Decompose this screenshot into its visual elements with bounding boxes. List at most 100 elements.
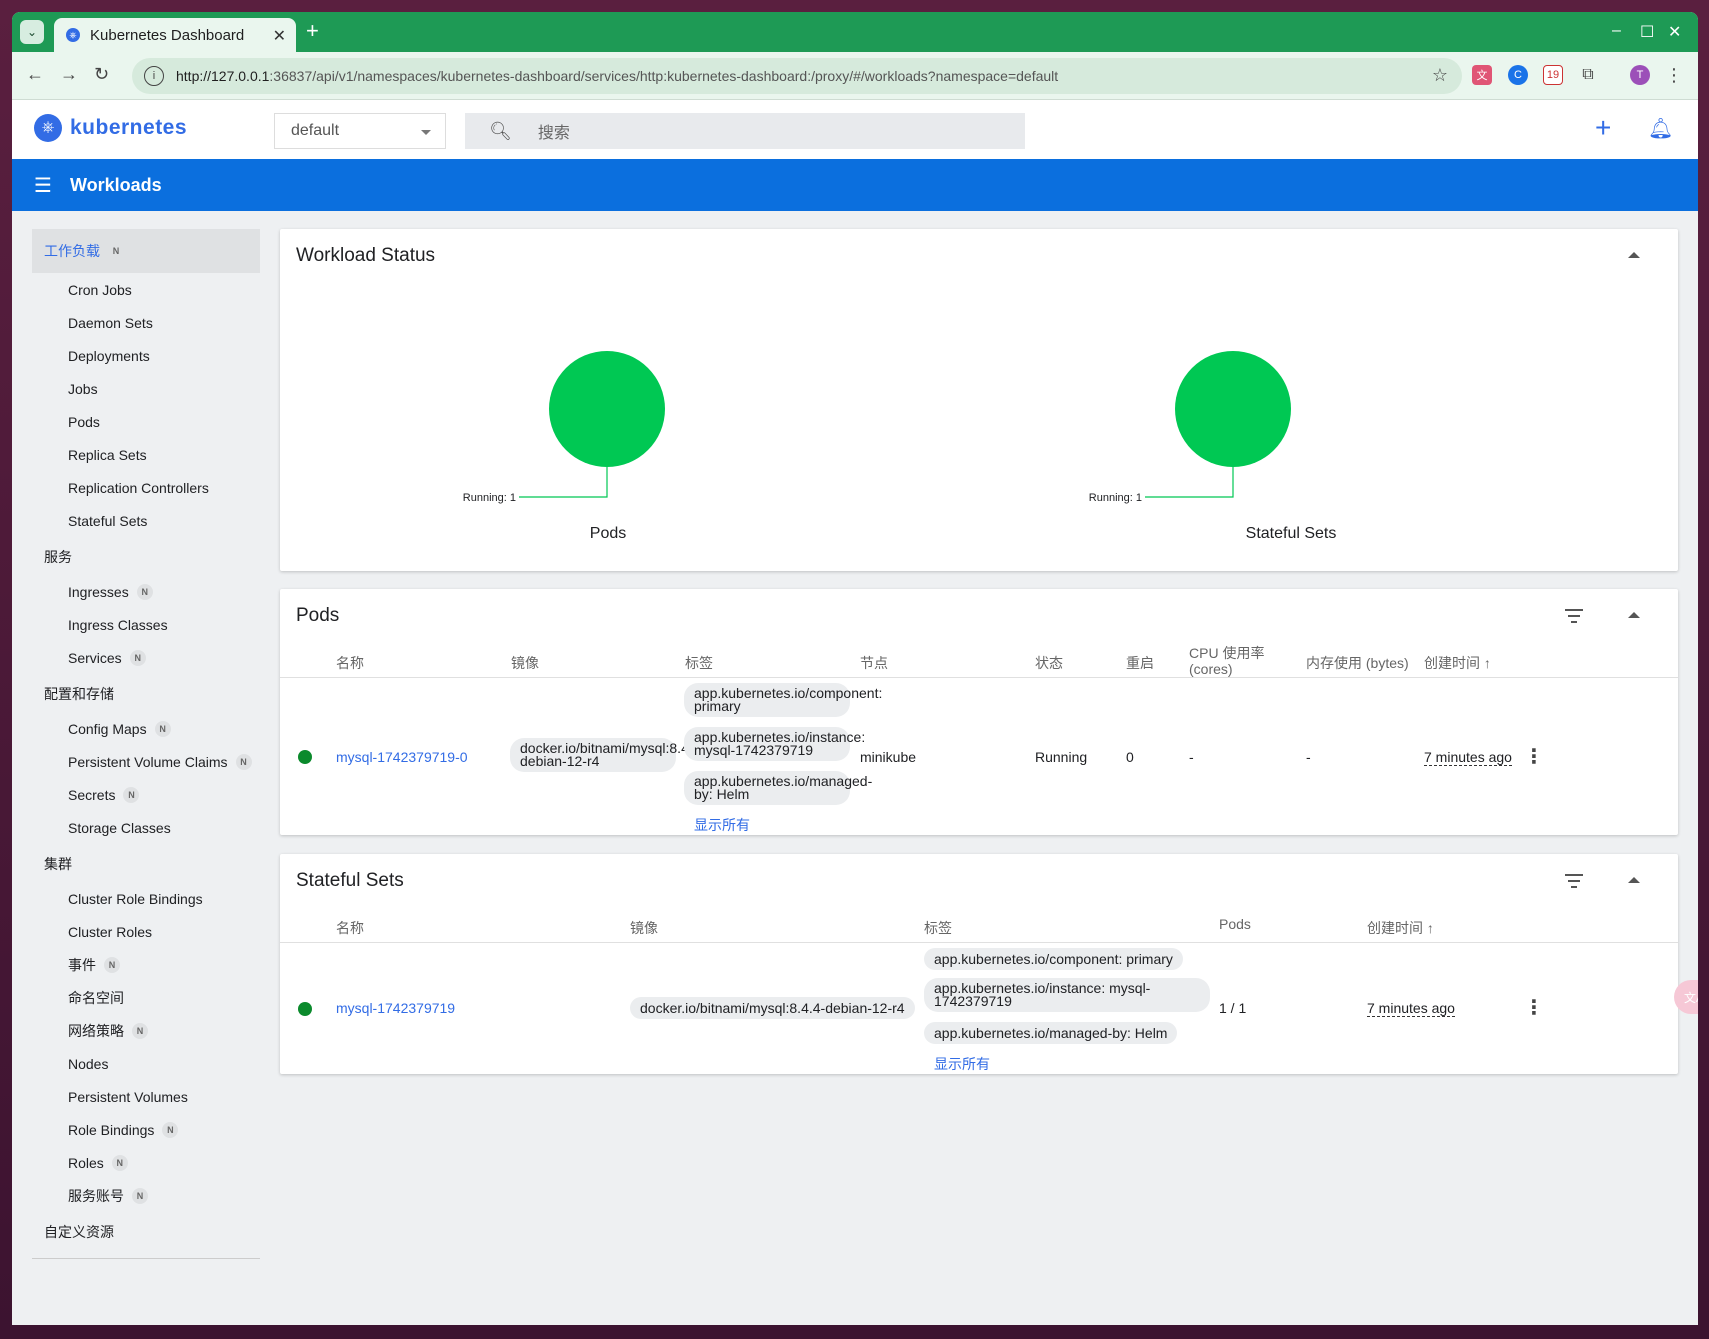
bookmark-star-icon[interactable]: ☆ bbox=[1432, 65, 1448, 86]
kubernetes-logo[interactable]: ⎈ kubernetes bbox=[34, 114, 187, 142]
close-window-icon[interactable]: ✕ bbox=[1668, 22, 1681, 42]
namespace-value: default bbox=[291, 122, 340, 139]
close-tab-icon[interactable]: ✕ bbox=[273, 26, 286, 46]
sidebar-item-workloads-4[interactable]: Pods bbox=[32, 405, 260, 438]
extensions-puzzle-icon[interactable]: ⧉ bbox=[1578, 65, 1598, 85]
show-all-labels-link[interactable]: 显示所有 bbox=[694, 815, 750, 835]
sidebar-item-cluster-5[interactable]: Nodes bbox=[32, 1047, 260, 1080]
sidebar-item-workloads-7[interactable]: Stateful Sets bbox=[32, 504, 260, 537]
row-actions-icon[interactable]: ⋮ bbox=[1524, 998, 1544, 1018]
col-created[interactable]: 创建时间 ↑ bbox=[1424, 653, 1491, 673]
url-text[interactable]: http://127.0.0.1:36837/api/v1/namespaces… bbox=[176, 68, 1058, 84]
col-labels: 标签 bbox=[685, 655, 713, 671]
page-header: ☰ Workloads bbox=[12, 159, 1698, 211]
statefulset-created: 7 minutes ago bbox=[1367, 1000, 1455, 1017]
col-restarts: 重启 bbox=[1126, 655, 1154, 671]
sidebar-item-cluster-3[interactable]: 命名空间 bbox=[32, 981, 260, 1014]
profile-avatar[interactable]: T bbox=[1630, 65, 1650, 85]
menu-icon[interactable]: ☰ bbox=[34, 173, 52, 198]
sidebar-section-config[interactable]: 配置和存储 bbox=[32, 676, 260, 712]
forward-icon[interactable]: → bbox=[60, 64, 78, 85]
sidebar-item-cluster-1[interactable]: Cluster Roles bbox=[32, 915, 260, 948]
tab-search-icon[interactable]: ⌄ bbox=[20, 20, 44, 44]
pods-title: Pods bbox=[296, 605, 340, 626]
pod-node: minikube bbox=[860, 749, 917, 765]
reload-icon[interactable]: ↻ bbox=[94, 64, 109, 85]
collapse-icon[interactable] bbox=[1628, 877, 1640, 883]
sidebar-item-config-2[interactable]: Secrets N bbox=[32, 778, 260, 811]
sidebar-item-cluster-0[interactable]: Cluster Role Bindings bbox=[32, 882, 260, 915]
create-resource-icon[interactable]: + bbox=[1595, 114, 1611, 142]
col-node: 节点 bbox=[860, 655, 888, 671]
label-chip: app.kubernetes.io/instance: mysql-174237… bbox=[924, 978, 1210, 1012]
calendar-extension-icon[interactable]: 19 bbox=[1543, 65, 1563, 85]
pod-name-link[interactable]: mysql-1742379719-0 bbox=[336, 749, 468, 765]
address-bar[interactable]: i http://127.0.0.1:36837/api/v1/namespac… bbox=[132, 58, 1462, 94]
namespaced-badge: N bbox=[104, 956, 120, 973]
sidebar-item-workloads-5[interactable]: Replica Sets bbox=[32, 438, 260, 471]
sidebar-section-service[interactable]: 服务 bbox=[32, 539, 260, 575]
sidebar-item-service-0[interactable]: Ingresses N bbox=[32, 575, 260, 608]
back-icon[interactable]: ← bbox=[26, 64, 44, 85]
filter-icon[interactable] bbox=[1564, 609, 1584, 627]
label-chip: app.kubernetes.io/component: primary bbox=[924, 948, 1183, 970]
namespaced-badge: N bbox=[123, 786, 140, 803]
sidebar-item-workloads-1[interactable]: Daemon Sets bbox=[32, 306, 260, 339]
filter-icon[interactable] bbox=[1564, 874, 1584, 892]
namespace-select[interactable]: default bbox=[274, 113, 446, 149]
pod-cpu: - bbox=[1189, 749, 1194, 765]
app-topbar: ⎈ kubernetes default 🔍︎ 搜索 + 🔔︎ bbox=[12, 100, 1698, 159]
slice-label: Running: 1 bbox=[1089, 492, 1142, 504]
sidebar-item-workloads-6[interactable]: Replication Controllers bbox=[32, 471, 260, 504]
col-name[interactable]: 名称 bbox=[336, 653, 364, 673]
site-info-icon[interactable]: i bbox=[144, 66, 164, 86]
tab-kubernetes-dashboard[interactable]: ⎈ Kubernetes Dashboard ✕ bbox=[54, 18, 296, 52]
sidebar-item-workloads-3[interactable]: Jobs bbox=[32, 372, 260, 405]
pie-slice-running bbox=[1175, 351, 1291, 467]
sidebar-item-cluster-4[interactable]: 网络策略 N bbox=[32, 1014, 260, 1047]
workload-status-charts: Running: 1 Running: 1 bbox=[463, 351, 1291, 504]
sidebar-item-config-1[interactable]: Persistent Volume Claims N bbox=[32, 745, 260, 778]
namespaced-badge: N bbox=[111, 1154, 128, 1171]
col-name[interactable]: 名称 bbox=[336, 918, 364, 938]
search-input[interactable]: 🔍︎ 搜索 bbox=[465, 113, 1025, 149]
extension-c-icon[interactable]: C bbox=[1508, 65, 1528, 85]
pods-chart-label: Pods bbox=[589, 525, 627, 542]
col-created[interactable]: 创建时间 ↑ bbox=[1367, 918, 1434, 938]
sidebar-item-cluster-6[interactable]: Persistent Volumes bbox=[32, 1080, 260, 1113]
sidebar-item-config-3[interactable]: Storage Classes bbox=[32, 811, 260, 844]
slice-label: Running: 1 bbox=[463, 492, 516, 504]
maximize-icon[interactable]: ☐ bbox=[1640, 22, 1654, 42]
sidebar-item-cluster-2[interactable]: 事件 N bbox=[32, 948, 260, 981]
address-bar-row: ← → ↻ i http://127.0.0.1:36837/api/v1/na… bbox=[12, 52, 1698, 100]
row-actions-icon[interactable]: ⋮ bbox=[1524, 747, 1544, 767]
minimize-icon[interactable]: – bbox=[1612, 22, 1621, 40]
browser-window: ⌄ ⎈ Kubernetes Dashboard ✕ + – ☐ ✕ ← → ↻… bbox=[12, 12, 1698, 1325]
sidebar-item-service-2[interactable]: Services N bbox=[32, 641, 260, 674]
statefulset-pods: 1 / 1 bbox=[1219, 1000, 1247, 1016]
sidebar-section-cluster[interactable]: 集群 bbox=[32, 846, 260, 882]
sidebar-item-workloads[interactable]: 工作负载 N bbox=[32, 229, 260, 273]
sidebar-section-crd[interactable]: 自定义资源 bbox=[32, 1214, 260, 1250]
pod-memory: - bbox=[1306, 749, 1311, 765]
legend-leader-line bbox=[1145, 467, 1234, 498]
collapse-icon[interactable] bbox=[1628, 612, 1640, 618]
pod-restarts: 0 bbox=[1126, 749, 1134, 765]
notifications-bell-icon[interactable]: 🔔︎ bbox=[1648, 116, 1673, 141]
sidebar-item-cluster-7[interactable]: Role Bindings N bbox=[32, 1113, 260, 1146]
sidebar-item-cluster-8[interactable]: Roles N bbox=[32, 1146, 260, 1179]
translate-extension-icon[interactable]: 文 bbox=[1472, 65, 1492, 85]
sidebar-item-config-0[interactable]: Config Maps N bbox=[32, 712, 260, 745]
label-chip: app.kubernetes.io/managed-by: Helm bbox=[684, 771, 872, 805]
show-all-labels-link[interactable]: 显示所有 bbox=[934, 1054, 990, 1074]
statefulset-name-link[interactable]: mysql-1742379719 bbox=[336, 1000, 455, 1016]
sidebar-item-workloads-0[interactable]: Cron Jobs bbox=[32, 273, 260, 306]
sidebar-item-service-1[interactable]: Ingress Classes bbox=[32, 608, 260, 641]
sidebar-item-cluster-9[interactable]: 服务账号 N bbox=[32, 1179, 260, 1212]
label-chip: app.kubernetes.io/instance: mysql-174237… bbox=[684, 727, 865, 761]
sidebar-item-workloads-2[interactable]: Deployments bbox=[32, 339, 260, 372]
namespaced-badge: N bbox=[132, 1022, 148, 1039]
pie-slice-running bbox=[549, 351, 665, 467]
browser-menu-icon[interactable]: ⋮ bbox=[1664, 65, 1684, 85]
new-tab-icon[interactable]: + bbox=[306, 20, 319, 42]
